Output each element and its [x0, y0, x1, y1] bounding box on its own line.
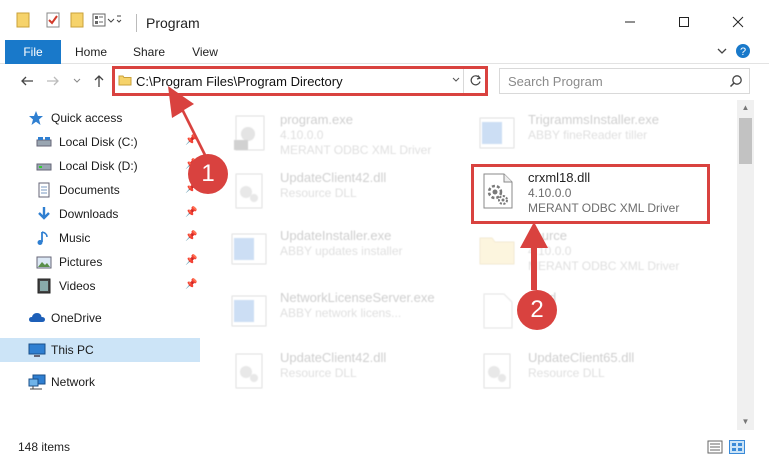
large-icons-view-icon[interactable] [729, 440, 745, 454]
callout-arrows [168, 86, 548, 290]
callout-arrow-1 [168, 86, 207, 158]
callout-arrow-2 [520, 222, 548, 290]
status-bar: 148 items [0, 430, 769, 473]
callout-badge-2: 2 [517, 290, 557, 330]
item-count: 148 items [18, 440, 71, 454]
details-view-icon[interactable] [707, 440, 723, 454]
callout-badge-1: 1 [188, 154, 228, 194]
